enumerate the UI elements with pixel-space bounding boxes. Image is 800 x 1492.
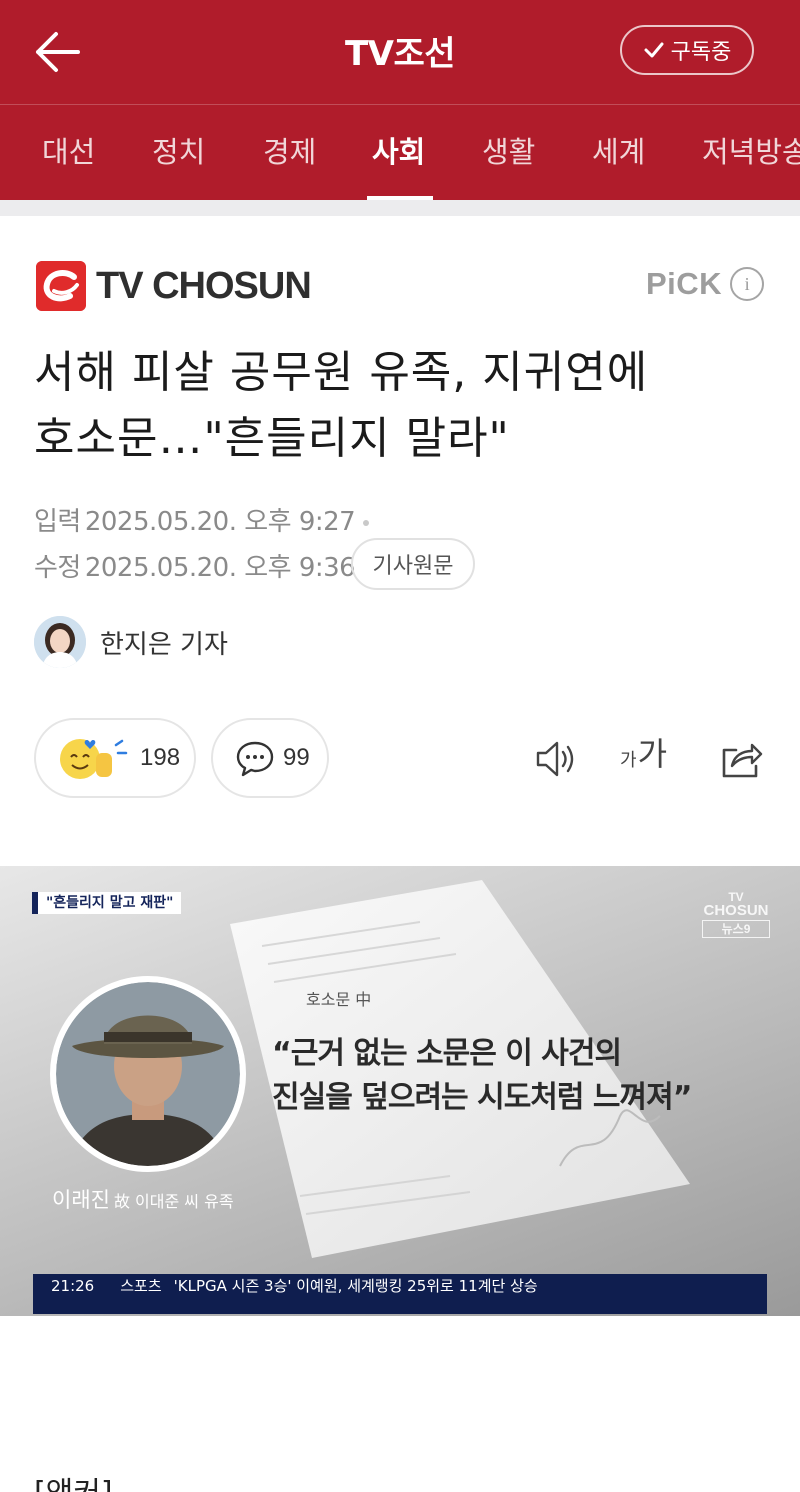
pick-badge[interactable]: PiCK i — [646, 266, 765, 302]
tts-button[interactable] — [532, 734, 582, 784]
input-time: 2025.05.20. 오후 9:27 — [84, 507, 356, 537]
top-app-bar: TV조선 구독중 — [0, 0, 800, 104]
reporter-name: 한지은 기자 — [100, 629, 228, 660]
press-logo[interactable]: TV CHOSUN — [36, 261, 312, 311]
person-relation: 故 이대준 씨 유족 — [113, 1192, 234, 1211]
smile-clap-emoji-icon — [60, 739, 128, 779]
press-name: TV CHOSUN — [96, 264, 312, 307]
reporter-avatar — [34, 616, 86, 668]
modified-label: 수정 — [34, 553, 81, 583]
tv-chosun-logo-icon — [36, 261, 86, 311]
share-icon — [722, 743, 763, 778]
quote-line-2: 진실을 덮으려는 시도처럼 느껴져” — [272, 1080, 692, 1115]
input-timestamp: 입력 2025.05.20. 오후 9:27 — [34, 501, 370, 538]
tab-세계[interactable]: 세계 — [592, 129, 645, 171]
input-label: 입력 — [34, 507, 81, 537]
comment-button[interactable]: 99 — [211, 718, 329, 798]
modified-timestamp: 수정 2025.05.20. 오후 9:36 — [34, 547, 356, 584]
original-article-button[interactable]: 기사원문 — [351, 538, 475, 590]
news-video-still[interactable]: "흔들리지 말고 재판" TV CHOSUN 뉴스9 호소문 中 “근거 없는 … — [0, 866, 800, 1316]
section-divider — [0, 200, 800, 216]
info-icon[interactable]: i — [730, 267, 765, 301]
article-headline: 서해 피살 공무원 유족, 지귀연에 호소문…"흔들리지 말라" — [34, 340, 774, 472]
pick-label: PiCK — [646, 266, 723, 301]
reaction-count: 198 — [140, 744, 181, 771]
quote-text: “근거 없는 소문은 이 사건의 진실을 덮으려는 시도처럼 느껴져” — [272, 1032, 772, 1120]
article-body-start: [앵커] — [34, 1468, 113, 1492]
tab-경제[interactable]: 경제 — [263, 129, 316, 171]
font-big-glyph: 가 — [637, 735, 668, 773]
reaction-button[interactable]: 198 — [34, 718, 196, 798]
reporter-link[interactable]: 한지은 기자 — [34, 616, 228, 668]
watermark-bottom: 뉴스9 — [702, 920, 770, 938]
subscribe-label: 구독중 — [670, 40, 732, 65]
ticker-text: 'KLPGA 시즌 3승' 이예원, 세계랭킹 25위로 11계단 상승 — [173, 1277, 538, 1295]
letter-source: 호소문 中 — [306, 990, 372, 1009]
headline-line-2: 호소문…"흔들리지 말라" — [34, 413, 510, 464]
subscribe-button[interactable]: 구독중 — [620, 25, 754, 75]
font-size-button[interactable]: 가가 — [620, 736, 667, 772]
font-small-glyph: 가 — [620, 750, 637, 771]
separator-dot — [363, 519, 370, 526]
comment-count: 99 — [283, 744, 310, 771]
person-name: 이래진 — [52, 1188, 110, 1212]
tab-저녁방송[interactable]: 저녁방송 — [702, 129, 800, 171]
modified-time: 2025.05.20. 오후 9:36 — [84, 553, 356, 583]
comment-bubble-icon — [236, 741, 274, 777]
headline-line-1: 서해 피살 공무원 유족, 지귀연에 — [34, 347, 649, 398]
speaker-icon — [536, 741, 574, 777]
tab-생활[interactable]: 생활 — [482, 129, 535, 171]
watermark-mid: CHOSUN — [703, 902, 769, 919]
ticker-category: 스포츠 — [120, 1277, 162, 1295]
ticker-time: 21:26 — [51, 1277, 95, 1295]
category-tabs: 대선 정치 경제 사회 생활 세계 저녁방송 — [0, 104, 800, 200]
news-ticker: 21:26 스포츠 'KLPGA 시즌 3승' 이예원, 세계랭킹 25위로 11계… — [33, 1274, 767, 1314]
person-caption: 이래진 故 이대준 씨 유족 — [52, 1184, 234, 1214]
quote-line-1: “근거 없는 소문은 이 사건의 — [272, 1036, 622, 1071]
back-button[interactable] — [26, 24, 86, 80]
share-button[interactable] — [716, 734, 766, 784]
broadcaster-watermark: TV CHOSUN 뉴스9 — [702, 890, 770, 938]
tab-정치[interactable]: 정치 — [152, 129, 205, 171]
check-icon — [644, 42, 664, 58]
caption-tag: "흔들리지 말고 재판" — [32, 892, 182, 914]
tab-대선[interactable]: 대선 — [42, 129, 95, 171]
tab-사회[interactable]: 사회 — [372, 129, 425, 171]
arrow-left-icon — [36, 32, 80, 72]
